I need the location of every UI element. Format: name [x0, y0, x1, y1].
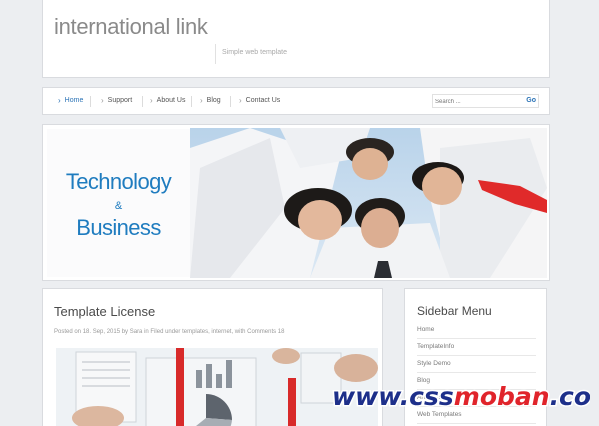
- watermark-part-1: www.css: [332, 382, 454, 411]
- title-divider: [215, 44, 216, 64]
- nav-item-blog[interactable]: › Blog: [200, 96, 221, 105]
- nav-divider: [90, 96, 91, 107]
- nav-item-about-us[interactable]: › About Us: [150, 96, 186, 105]
- cssmoban-watermark: www.cssmoban.com: [330, 381, 599, 413]
- chevron-right-icon: ›: [101, 96, 104, 105]
- team-photo-illustration: [190, 128, 547, 278]
- chevron-right-icon: ›: [200, 96, 203, 105]
- chevron-right-icon: ›: [150, 96, 153, 105]
- post-meta: Posted on 18. Sep, 2015 by Sara in Filed…: [54, 329, 285, 335]
- nav-item-label: Support: [107, 97, 133, 104]
- post-title[interactable]: Template License: [54, 304, 155, 319]
- nav-item-label: About Us: [156, 97, 186, 104]
- site-tagline: Simple web template: [222, 49, 287, 56]
- banner-text-area: Technology & Business: [47, 129, 190, 277]
- nav-divider: [142, 96, 143, 107]
- search-go-button[interactable]: Go: [526, 97, 536, 104]
- sidebar-item-style-demo[interactable]: Style Demo: [417, 357, 536, 373]
- nav-item-support[interactable]: › Support: [101, 96, 133, 105]
- nav-divider: [191, 96, 192, 107]
- nav-divider: [230, 96, 231, 107]
- nav-item-label: Home: [64, 97, 84, 104]
- banner-headline-1: Technology: [65, 169, 172, 194]
- nav-item-label: Contact Us: [245, 97, 281, 104]
- nav-item-contact-us[interactable]: › Contact Us: [239, 96, 281, 105]
- search-input[interactable]: [435, 96, 519, 107]
- watermark-part-3: .com: [550, 382, 590, 411]
- banner-ampersand: &: [114, 200, 123, 212]
- nav-item-label: Blog: [206, 97, 221, 104]
- site-header: international link Simple web template: [42, 0, 550, 78]
- search-box: Go: [432, 94, 539, 108]
- watermark-logo: www.cssmoban.com: [331, 381, 599, 413]
- sidebar-item-home[interactable]: Home: [417, 323, 536, 339]
- banner-team-photo: [190, 128, 547, 278]
- main-nav: › Home › Support › About Us › Blog › Con…: [42, 87, 550, 115]
- svg-text:www.cssmoban.com: www.cssmoban.com: [332, 382, 590, 411]
- hero-banner: Technology & Business: [42, 124, 550, 281]
- watermark-part-2: moban: [454, 382, 550, 411]
- sidebar-title: Sidebar Menu: [417, 304, 492, 318]
- chevron-right-icon: ›: [58, 96, 61, 105]
- nav-item-home[interactable]: › Home: [58, 96, 84, 105]
- banner-headline-2: Business: [76, 215, 161, 240]
- sidebar-item-templateinfo[interactable]: TemplateInfo: [417, 340, 536, 356]
- chevron-right-icon: ›: [239, 96, 242, 105]
- site-title[interactable]: international link: [54, 14, 208, 40]
